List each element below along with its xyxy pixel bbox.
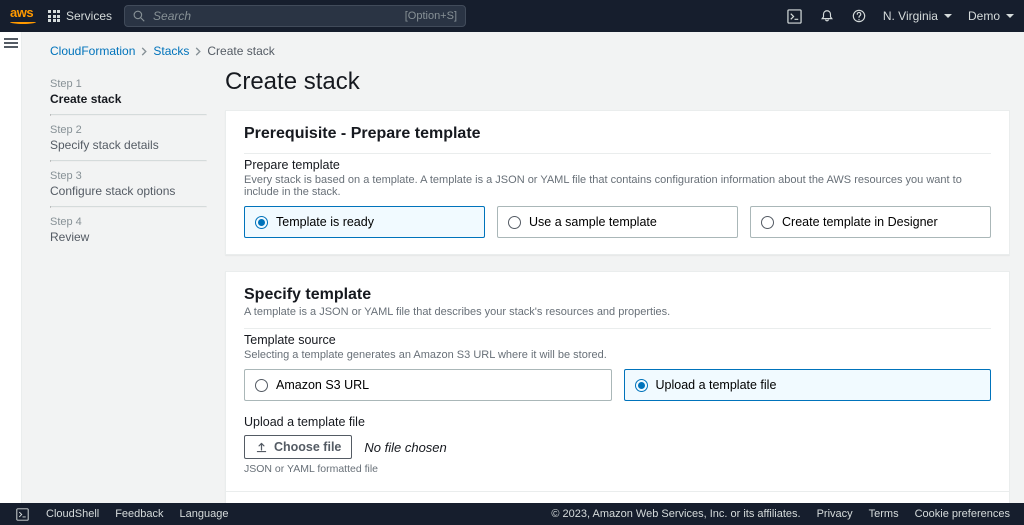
cloudshell-link[interactable]: CloudShell (46, 508, 99, 520)
top-nav: aws Services Search [Option+S] N. Virgin… (0, 0, 1024, 32)
terms-link[interactable]: Terms (869, 508, 899, 520)
breadcrumb: CloudFormation Stacks Create stack (22, 32, 1024, 62)
notifications-icon[interactable] (819, 8, 835, 24)
cloudshell-icon[interactable] (787, 8, 803, 24)
prepare-template-desc: Every stack is based on a template. A te… (244, 174, 991, 198)
footer: CloudShell Feedback Language © 2023, Ama… (0, 503, 1024, 525)
radio-dot-icon (255, 379, 268, 392)
radio-template-ready[interactable]: Template is ready (244, 206, 485, 238)
copyright: © 2023, Amazon Web Services, Inc. or its… (551, 508, 800, 520)
chevron-right-icon (141, 47, 147, 56)
step-4[interactable]: Step 4 Review (50, 208, 207, 252)
step-1[interactable]: Step 1 Create stack (50, 70, 207, 114)
search-placeholder: Search (153, 9, 191, 23)
breadcrumb-current: Create stack (207, 44, 274, 58)
upload-label: Upload a template file (244, 415, 991, 429)
file-status: No file chosen (364, 440, 446, 455)
cloudshell-footer-icon[interactable] (14, 506, 30, 522)
search-shortcut: [Option+S] (405, 10, 457, 22)
services-menu[interactable]: Services (48, 9, 112, 23)
specify-template-panel: Specify template A template is a JSON or… (225, 271, 1010, 503)
language-link[interactable]: Language (180, 508, 229, 520)
account-menu[interactable]: Demo (968, 9, 1014, 23)
search-input[interactable]: Search [Option+S] (124, 5, 466, 27)
page-title: Create stack (225, 68, 1010, 96)
services-label: Services (66, 9, 112, 23)
feedback-link[interactable]: Feedback (115, 508, 163, 520)
hamburger-icon[interactable] (4, 38, 18, 503)
template-source-desc: Selecting a template generates an Amazon… (244, 349, 991, 361)
radio-designer[interactable]: Create template in Designer (750, 206, 991, 238)
aws-logo[interactable]: aws (10, 8, 36, 23)
search-icon (133, 10, 145, 22)
breadcrumb-root[interactable]: CloudFormation (50, 44, 135, 58)
side-rail (0, 32, 22, 503)
caret-down-icon (944, 14, 952, 18)
cookies-link[interactable]: Cookie preferences (915, 508, 1010, 520)
help-icon[interactable] (851, 8, 867, 24)
region-selector[interactable]: N. Virginia (883, 9, 952, 23)
prerequisite-panel: Prerequisite - Prepare template Prepare … (225, 110, 1010, 255)
caret-down-icon (1006, 14, 1014, 18)
privacy-link[interactable]: Privacy (817, 508, 853, 520)
radio-dot-icon (508, 216, 521, 229)
file-format-note: JSON or YAML formatted file (244, 463, 991, 475)
wizard-steps: Step 1 Create stack Step 2 Specify stack… (50, 62, 215, 503)
step-3[interactable]: Step 3 Configure stack options (50, 162, 207, 206)
radio-dot-icon (255, 216, 268, 229)
radio-dot-icon (761, 216, 774, 229)
upload-icon (255, 441, 268, 454)
step-2[interactable]: Step 2 Specify stack details (50, 116, 207, 160)
prereq-heading: Prerequisite - Prepare template (244, 125, 991, 143)
radio-s3-url[interactable]: Amazon S3 URL (244, 369, 612, 401)
chevron-right-icon (195, 47, 201, 56)
template-source-label: Template source (244, 333, 991, 347)
choose-file-button[interactable]: Choose file (244, 435, 352, 459)
radio-dot-icon (635, 379, 648, 392)
breadcrumb-stacks[interactable]: Stacks (153, 44, 189, 58)
specify-subdesc: A template is a JSON or YAML file that d… (244, 306, 991, 318)
specify-heading: Specify template (244, 286, 991, 304)
radio-sample-template[interactable]: Use a sample template (497, 206, 738, 238)
radio-upload-file[interactable]: Upload a template file (624, 369, 992, 401)
prepare-template-label: Prepare template (244, 158, 991, 172)
apps-icon (48, 10, 60, 22)
